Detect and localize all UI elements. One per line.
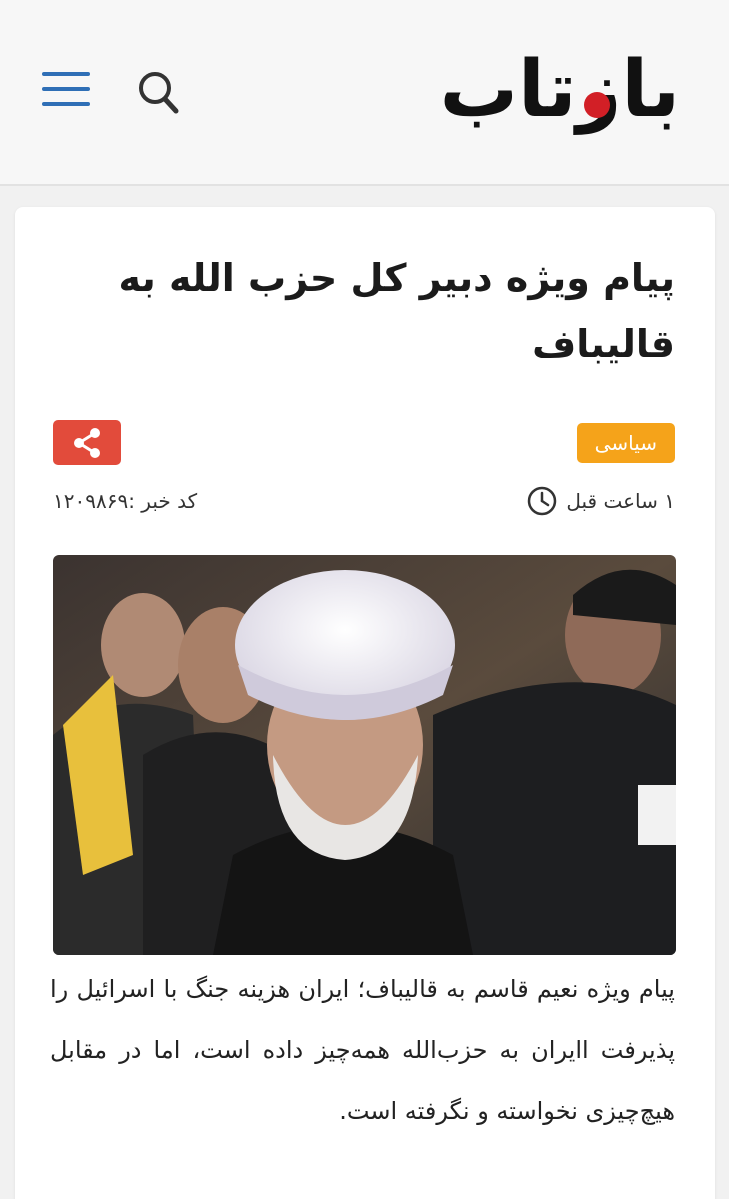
publish-time: ۱ ساعت قبل	[526, 483, 675, 519]
article-photo	[53, 555, 676, 955]
share-button[interactable]	[53, 420, 121, 465]
news-code: کد خبر :۱۲۰۹۸۶۹	[53, 489, 198, 513]
site-logo[interactable]: باز‌تاب	[436, 40, 682, 140]
category-badge[interactable]: سیاسی	[576, 423, 675, 463]
hamburger-menu-icon[interactable]	[42, 70, 92, 110]
article-title: پیام ویژه دبیر کل حزب الله به قالیباف	[118, 256, 675, 366]
site-logo-text: باز‌تاب	[439, 45, 682, 135]
logo-red-dot	[584, 92, 610, 118]
article-lead: پیام ویژه نعیم قاسم به قالیباف؛ ایران هز…	[50, 975, 675, 1125]
article-card: پیام ویژه دبیر کل حزب الله به قالیباف سی…	[15, 207, 715, 1199]
search-icon[interactable]	[132, 66, 186, 120]
share-icon	[74, 427, 100, 458]
site-header: باز‌تاب	[0, 0, 729, 186]
publish-time-label: ۱ ساعت قبل	[566, 489, 675, 513]
clock-icon	[528, 486, 557, 516]
